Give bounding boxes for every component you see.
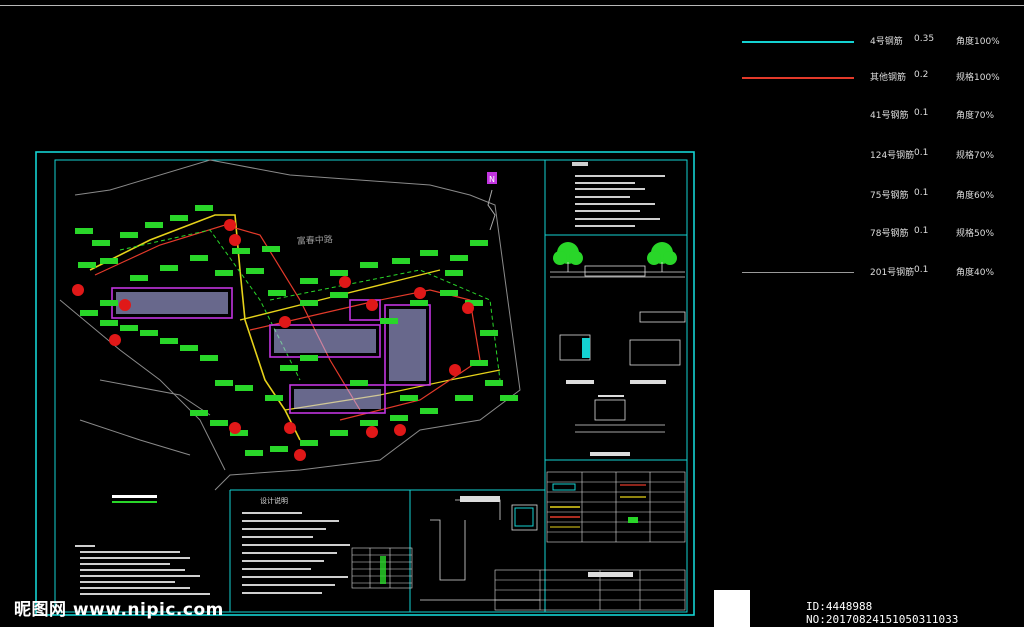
watermark-site: 昵图网 www.nipic.com xyxy=(14,600,224,620)
hydrant-symbol xyxy=(339,276,351,288)
tree-tag xyxy=(300,300,318,306)
tree-tag xyxy=(270,446,288,452)
tree-tag xyxy=(246,268,264,274)
tree-tag xyxy=(100,300,118,306)
tree-tag xyxy=(330,430,348,436)
hydrant-symbol xyxy=(414,287,426,299)
tree-tag xyxy=(245,450,263,456)
tree-tag xyxy=(300,278,318,284)
hydrant-symbol xyxy=(72,284,84,296)
tree-tag xyxy=(330,270,348,276)
tree-tag xyxy=(200,355,218,361)
hydrant-symbol xyxy=(394,424,406,436)
tree-tag xyxy=(392,258,410,264)
tree-tag xyxy=(210,420,228,426)
tree-tag xyxy=(235,385,253,391)
tree-tag xyxy=(130,275,148,281)
tree-tag xyxy=(420,408,438,414)
tree-tag xyxy=(80,310,98,316)
site-plan-drawing[interactable]: 富春中路 N 设计说明 xyxy=(0,0,1024,627)
hydrant-symbol xyxy=(119,299,131,311)
tree-tag xyxy=(75,228,93,234)
tree-tag xyxy=(485,380,503,386)
watermark-id: ID:4448988 NO:20170824151050311033 xyxy=(806,600,959,626)
hydrant-symbol xyxy=(109,334,121,346)
tree-tag xyxy=(215,270,233,276)
tree-tag xyxy=(190,255,208,261)
tree-tag xyxy=(330,292,348,298)
notes-title: 设计说明 xyxy=(260,496,288,505)
cad-viewport[interactable]: 4号钢筋 0.35 角度100% 其他钢筋 0.2 规格100% 41号钢筋 0.1 角度70%… xyxy=(0,0,1024,627)
tree-tag xyxy=(445,270,463,276)
hydrant-symbol xyxy=(462,302,474,314)
road-label: 富春中路 xyxy=(297,233,334,247)
tree-tag xyxy=(232,248,250,254)
tree-tag xyxy=(265,395,283,401)
tree-tag xyxy=(170,215,188,221)
tree-tag xyxy=(300,440,318,446)
tree-tag xyxy=(145,222,163,228)
tree-tag xyxy=(140,330,158,336)
hydrant-symbol xyxy=(229,422,241,434)
tree-tag xyxy=(160,265,178,271)
tree-tag xyxy=(455,395,473,401)
tree-tag xyxy=(470,240,488,246)
tree-tag xyxy=(262,246,280,252)
tree-tag xyxy=(500,395,518,401)
hydrant-symbol xyxy=(449,364,461,376)
hydrant-symbol xyxy=(294,449,306,461)
tree-tag xyxy=(280,365,298,371)
tree-tag xyxy=(400,395,418,401)
hydrant-symbol xyxy=(366,426,378,438)
tree-tag xyxy=(160,338,178,344)
tree-tag xyxy=(120,325,138,331)
hydrant-symbol xyxy=(229,234,241,246)
tree-tag xyxy=(120,232,138,238)
hydrant-symbol xyxy=(224,219,236,231)
north-marker: N xyxy=(489,175,495,184)
tree-tag xyxy=(480,330,498,336)
tree-tag xyxy=(180,345,198,351)
tree-tag xyxy=(92,240,110,246)
tree-tag xyxy=(300,355,318,361)
hydrant-symbol xyxy=(284,422,296,434)
tree-tag xyxy=(440,290,458,296)
tree-tag xyxy=(360,420,378,426)
tree-tag xyxy=(215,380,233,386)
hydrant-symbol xyxy=(279,316,291,328)
tree-tag xyxy=(100,320,118,326)
tree-tag xyxy=(78,262,96,268)
tree-tag xyxy=(390,415,408,421)
tree-tag xyxy=(100,258,118,264)
tree-tag xyxy=(195,205,213,211)
tree-tag xyxy=(360,262,378,268)
tree-tag xyxy=(450,255,468,261)
tree-tag xyxy=(190,410,208,416)
tree-tag xyxy=(268,290,286,296)
tree-tag xyxy=(470,360,488,366)
hydrant-symbol xyxy=(366,299,378,311)
tree-tag xyxy=(420,250,438,256)
tree-tag xyxy=(410,300,428,306)
tree-tag xyxy=(350,380,368,386)
tree-tag xyxy=(380,318,398,324)
